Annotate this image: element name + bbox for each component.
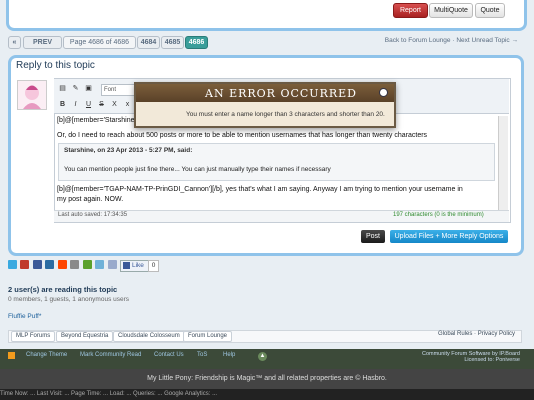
upload-more-options-button[interactable]: Upload Files + More Reply Options — [390, 230, 508, 243]
reading-title: 2 user(s) are reading this topic — [8, 285, 118, 294]
breadcrumb-item[interactable]: Cloudsdale Colosseum — [113, 331, 185, 342]
reading-user[interactable]: Fluffie Puff* — [8, 313, 41, 320]
privacy-policy-link[interactable]: Privacy Policy — [478, 331, 515, 337]
facebook-icon — [123, 262, 130, 269]
subscript-icon[interactable]: X — [110, 100, 119, 109]
google-plus-icon[interactable] — [20, 260, 29, 269]
stats-bar: Time Now: ... Last Visit: ... Page Time:… — [0, 389, 534, 400]
font-select[interactable]: Font — [101, 84, 135, 96]
report-button[interactable]: Report — [393, 3, 428, 18]
multiquote-button[interactable]: MultiQuote — [429, 3, 473, 18]
bookmark-icon[interactable] — [108, 260, 117, 269]
page-link[interactable]: 4684 — [137, 36, 160, 49]
underline-icon[interactable]: U — [84, 100, 93, 109]
reply-title: Reply to this topic — [16, 60, 95, 71]
digg-icon[interactable] — [33, 260, 42, 269]
editor-scrollbar[interactable] — [498, 116, 508, 210]
prev-page-button[interactable]: PREV — [23, 36, 62, 49]
paste-icon[interactable]: ▣ — [84, 84, 93, 93]
quote-button[interactable]: Quote — [475, 3, 505, 18]
twitter-icon[interactable] — [8, 260, 17, 269]
mark-read-link[interactable]: Mark Community Read — [80, 352, 141, 358]
reply-line: Or, do I need to reach about 500 posts o… — [57, 132, 428, 139]
back-to-top-icon[interactable]: ▲ — [258, 352, 267, 361]
footer-right-links: Global Rules · Privacy Policy — [438, 331, 515, 337]
like-count: 0 — [148, 260, 159, 272]
breadcrumb-item[interactable]: Beyond Equestria — [56, 331, 114, 342]
italic-icon[interactable]: I — [71, 100, 80, 109]
post-button[interactable]: Post — [361, 230, 385, 243]
page-link[interactable]: 4685 — [161, 36, 184, 49]
error-message: You must enter a name longer than 3 char… — [186, 111, 385, 118]
reddit-icon[interactable] — [58, 260, 67, 269]
reply-line: my post again. NOW. — [57, 196, 124, 203]
superscript-icon[interactable]: x — [123, 100, 132, 109]
next-unread-link[interactable]: Next Unread Topic → — [456, 37, 518, 44]
email-icon[interactable] — [95, 260, 104, 269]
source-icon[interactable]: ▤ — [58, 84, 67, 93]
quote-body: You can mention people just fine there..… — [64, 166, 331, 173]
like-label: Like — [132, 262, 144, 269]
back-to-forum-link[interactable]: Back to Forum Lounge — [385, 37, 451, 44]
reading-counts: 0 members, 1 guests, 1 anonymous users — [8, 296, 130, 303]
delicious-icon[interactable] — [45, 260, 54, 269]
breadcrumb-item[interactable]: MLP Forums — [11, 331, 56, 342]
tos-link[interactable]: ToS — [197, 352, 207, 358]
eraser-icon[interactable]: ✎ — [71, 84, 80, 93]
footer-link-separator: · — [474, 331, 477, 337]
quote-header: Starshine, on 23 Apr 2013 - 5:27 PM, sai… — [64, 147, 193, 154]
help-link[interactable]: Help — [223, 352, 235, 358]
reply-line: [b]@[member='TGAP-NAM-TP-PrinGDI_Cannon'… — [57, 186, 463, 193]
strikethrough-icon[interactable]: S — [97, 100, 106, 109]
first-page-button[interactable]: « — [8, 36, 21, 49]
rss-icon[interactable] — [8, 352, 15, 359]
nav-separator: · — [452, 37, 455, 44]
forum-software-credit: Community Forum Software by IP.Board Lic… — [422, 351, 520, 363]
global-rules-link[interactable]: Global Rules — [438, 331, 472, 337]
character-count: 197 characters (0 is the minimum) — [393, 212, 484, 218]
bold-icon[interactable]: B — [58, 100, 67, 109]
contact-link[interactable]: Contact Us — [154, 352, 184, 358]
download-icon[interactable] — [83, 260, 92, 269]
license-credit: Licensed to: Poniverse — [464, 357, 520, 363]
reply-line: [b]@[member='Starshine'] — [57, 117, 138, 124]
pagination: « PREV Page 4686 of 4686 4684 4685 4686 — [8, 36, 208, 49]
autosave-status: Last auto saved: 17:34:35 — [58, 212, 128, 218]
topic-nav: Back to Forum Lounge · Next Unread Topic… — [385, 37, 518, 44]
current-page: 4686 — [185, 36, 208, 49]
copyright: My Little Pony: Friendship is Magic™ and… — [0, 369, 534, 389]
error-title: AN ERROR OCCURRED — [205, 87, 357, 100]
change-theme-link[interactable]: Change Theme — [26, 352, 67, 358]
close-icon[interactable] — [379, 88, 388, 97]
page-of-label[interactable]: Page 4686 of 4686 — [63, 36, 136, 49]
breadcrumb-item[interactable]: Forum Lounge — [183, 331, 233, 342]
print-icon[interactable] — [70, 260, 79, 269]
facebook-like-button[interactable]: Like — [120, 260, 149, 272]
avatar — [17, 80, 47, 110]
